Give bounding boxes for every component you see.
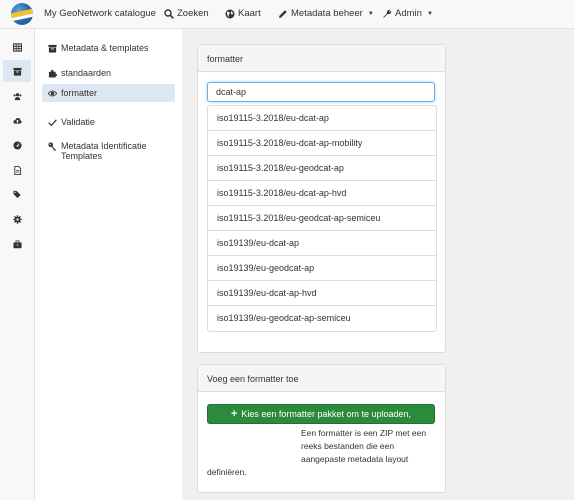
formatter-panel-title: formatter bbox=[198, 45, 445, 72]
plus-icon: + bbox=[230, 407, 238, 420]
geonetwork-logo[interactable] bbox=[11, 3, 33, 25]
sidebar-item-metadata-templates[interactable]: Metadata & templates bbox=[42, 39, 175, 57]
iconbar-file[interactable] bbox=[3, 159, 31, 181]
cog-icon bbox=[12, 214, 22, 224]
iconbar-cloud-upload[interactable] bbox=[3, 109, 31, 131]
archive-icon bbox=[12, 67, 22, 76]
iconbar-dashboard[interactable] bbox=[3, 134, 31, 156]
help-line: aangepaste metadata layout bbox=[301, 454, 409, 464]
iconbar-settings[interactable] bbox=[3, 208, 31, 230]
upload-formatter-button[interactable]: + Kies een formatter pakket om te upload… bbox=[207, 404, 435, 424]
iconbar-users[interactable] bbox=[3, 85, 31, 107]
archive-icon bbox=[48, 44, 57, 53]
upload-formatter-label: Kies een formatter pakket om te uploaden… bbox=[241, 409, 412, 419]
check-icon bbox=[48, 119, 57, 127]
admin-sidebar: Metadata & templates standaarden formatt… bbox=[37, 29, 183, 500]
nav-metadata-beheer-label: Metadata beheer bbox=[291, 8, 363, 19]
help-line: definiëren. bbox=[207, 467, 247, 477]
add-formatter-panel: Voeg een formatter toe + Kies een format… bbox=[197, 364, 446, 493]
formatter-search-input[interactable] bbox=[207, 82, 435, 102]
iconbar-tags[interactable] bbox=[3, 183, 31, 205]
table-icon bbox=[12, 42, 22, 52]
search-icon bbox=[164, 8, 174, 19]
sidebar-item-label: Metadata & templates bbox=[61, 43, 149, 53]
formatter-list-item[interactable]: iso19139/eu-geodcat-ap-semiceu bbox=[208, 306, 436, 331]
nav-kaart[interactable]: Kaart bbox=[225, 8, 261, 19]
main-content: formatter iso19115-3.2018/eu-dcat-apiso1… bbox=[182, 29, 574, 500]
formatter-list-item[interactable]: iso19139/eu-dcat-ap-hvd bbox=[208, 281, 436, 306]
dashboard-icon bbox=[12, 140, 22, 150]
formatter-list-item[interactable]: iso19115-3.2018/eu-geodcat-ap bbox=[208, 156, 436, 181]
iconbar-table[interactable] bbox=[3, 36, 31, 58]
sidebar-item-label: Metadata Identificatie Templates bbox=[61, 141, 147, 161]
formatter-help-text: Een formatter is een ZIP met een reeks b… bbox=[207, 427, 435, 479]
sidebar-item-validatie[interactable]: Validatie bbox=[42, 113, 175, 131]
help-line: reeks bestanden die een bbox=[301, 441, 395, 451]
formatter-panel: formatter iso19115-3.2018/eu-dcat-apiso1… bbox=[197, 44, 446, 353]
nav-zoeken-label: Zoeken bbox=[177, 8, 209, 19]
formatter-list-item[interactable]: iso19139/eu-geodcat-ap bbox=[208, 256, 436, 281]
iconbar-archive[interactable] bbox=[3, 60, 31, 82]
sidebar-item-formatter[interactable]: formatter bbox=[42, 84, 175, 102]
sidebar-item-standaarden[interactable]: standaarden bbox=[42, 64, 175, 82]
formatter-list-item[interactable]: iso19115-3.2018/eu-dcat-ap bbox=[208, 106, 436, 131]
wrench-icon bbox=[383, 9, 392, 18]
formatter-result-list: iso19115-3.2018/eu-dcat-ap iso19115-3.201… bbox=[207, 105, 437, 332]
sidebar-item-label: Validatie bbox=[61, 117, 95, 127]
nav-admin[interactable]: Admin ▼ bbox=[382, 8, 433, 19]
iconbar-briefcase[interactable] bbox=[3, 233, 31, 255]
eye-icon bbox=[48, 90, 57, 97]
top-navbar: My GeoNetwork catalogue Zoeken Kaart Met… bbox=[0, 0, 574, 29]
cloud-upload-icon bbox=[12, 117, 22, 124]
caret-down-icon: ▼ bbox=[426, 10, 433, 17]
sidebar-item-identificatie-templates[interactable]: Metadata Identificatie Templates bbox=[42, 137, 175, 165]
sidebar-item-label: standaarden bbox=[61, 68, 112, 78]
globe-icon bbox=[225, 9, 235, 18]
nav-kaart-label: Kaart bbox=[238, 8, 261, 19]
key-icon bbox=[48, 142, 57, 151]
add-formatter-panel-title: Voeg een formatter toe bbox=[198, 365, 445, 392]
formatter-list-item[interactable]: iso19139/eu-dcat-ap bbox=[208, 231, 436, 256]
users-icon bbox=[13, 92, 21, 100]
nav-metadata-beheer[interactable]: Metadata beheer ▼ bbox=[278, 8, 374, 19]
puzzle-icon bbox=[48, 69, 57, 78]
briefcase-icon bbox=[12, 239, 22, 248]
file-icon bbox=[13, 165, 21, 175]
nav-admin-label: Admin bbox=[395, 8, 422, 19]
formatter-list-item[interactable]: iso19115-3.2018/eu-geodcat-ap-semiceu bbox=[208, 206, 436, 231]
pencil-icon bbox=[279, 9, 287, 18]
formatter-list-item[interactable]: iso19115-3.2018/eu-dcat-ap-hvd bbox=[208, 181, 436, 206]
tags-icon bbox=[12, 190, 21, 198]
nav-zoeken[interactable]: Zoeken bbox=[164, 8, 209, 19]
brand-title[interactable]: My GeoNetwork catalogue bbox=[44, 8, 156, 19]
icon-sidebar bbox=[0, 29, 35, 500]
formatter-list-item[interactable]: iso19115-3.2018/eu-dcat-ap-mobility bbox=[208, 131, 436, 156]
help-line: Een formatter is een ZIP met een bbox=[301, 428, 427, 438]
sidebar-item-label: formatter bbox=[61, 88, 98, 98]
caret-down-icon: ▼ bbox=[367, 10, 374, 17]
